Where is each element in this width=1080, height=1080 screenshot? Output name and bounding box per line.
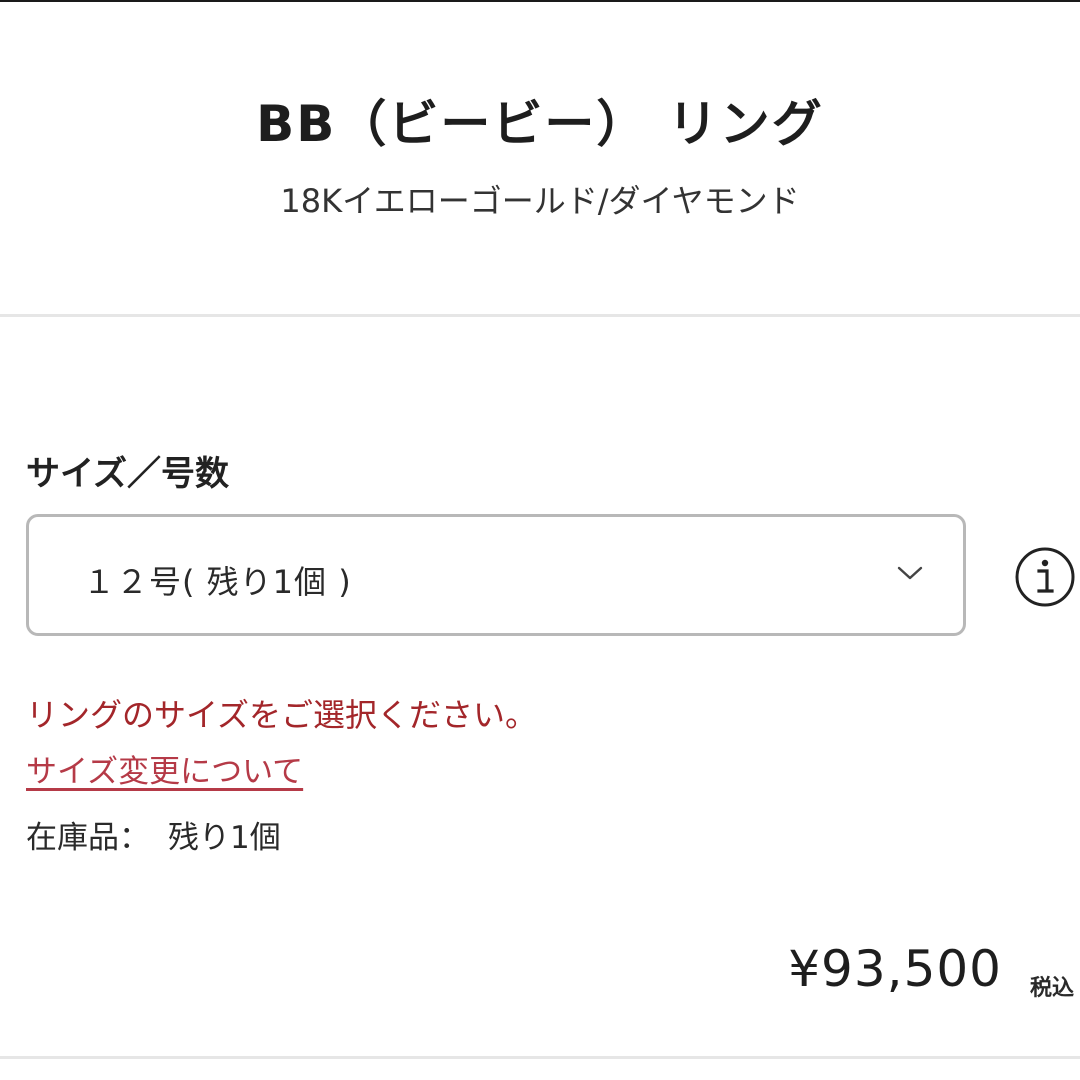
size-label: サイズ／号数: [26, 454, 229, 494]
size-select[interactable]: １２号( 残り1個 ): [26, 514, 966, 636]
size-change-link[interactable]: サイズ変更について: [26, 746, 303, 791]
product-title: BB（ビービー） リング: [256, 95, 824, 153]
size-error-message: リングのサイズをご選択ください。: [26, 696, 538, 734]
product-subtitle: 18Kイエローゴールド/ダイヤモンド: [280, 182, 800, 220]
top-border: [0, 0, 1080, 2]
stock-label: 在庫品：: [26, 820, 150, 856]
bottom-divider: [0, 1056, 1080, 1059]
size-select-value: １２号( 残り1個 ): [83, 563, 352, 601]
section-divider: [0, 314, 1080, 317]
product-purchase-panel: BB（ビービー） リング 18Kイエローゴールド/ダイヤモンド サイズ／号数 １…: [0, 0, 1080, 1080]
price: ¥93,500: [788, 940, 1002, 998]
tax-note: 税込: [1029, 976, 1074, 1001]
chevron-down-icon: [897, 566, 923, 580]
info-icon[interactable]: [1014, 546, 1076, 608]
stock-value: 残り1個: [168, 820, 281, 856]
stock-row: 在庫品： 残り1個: [26, 812, 281, 857]
